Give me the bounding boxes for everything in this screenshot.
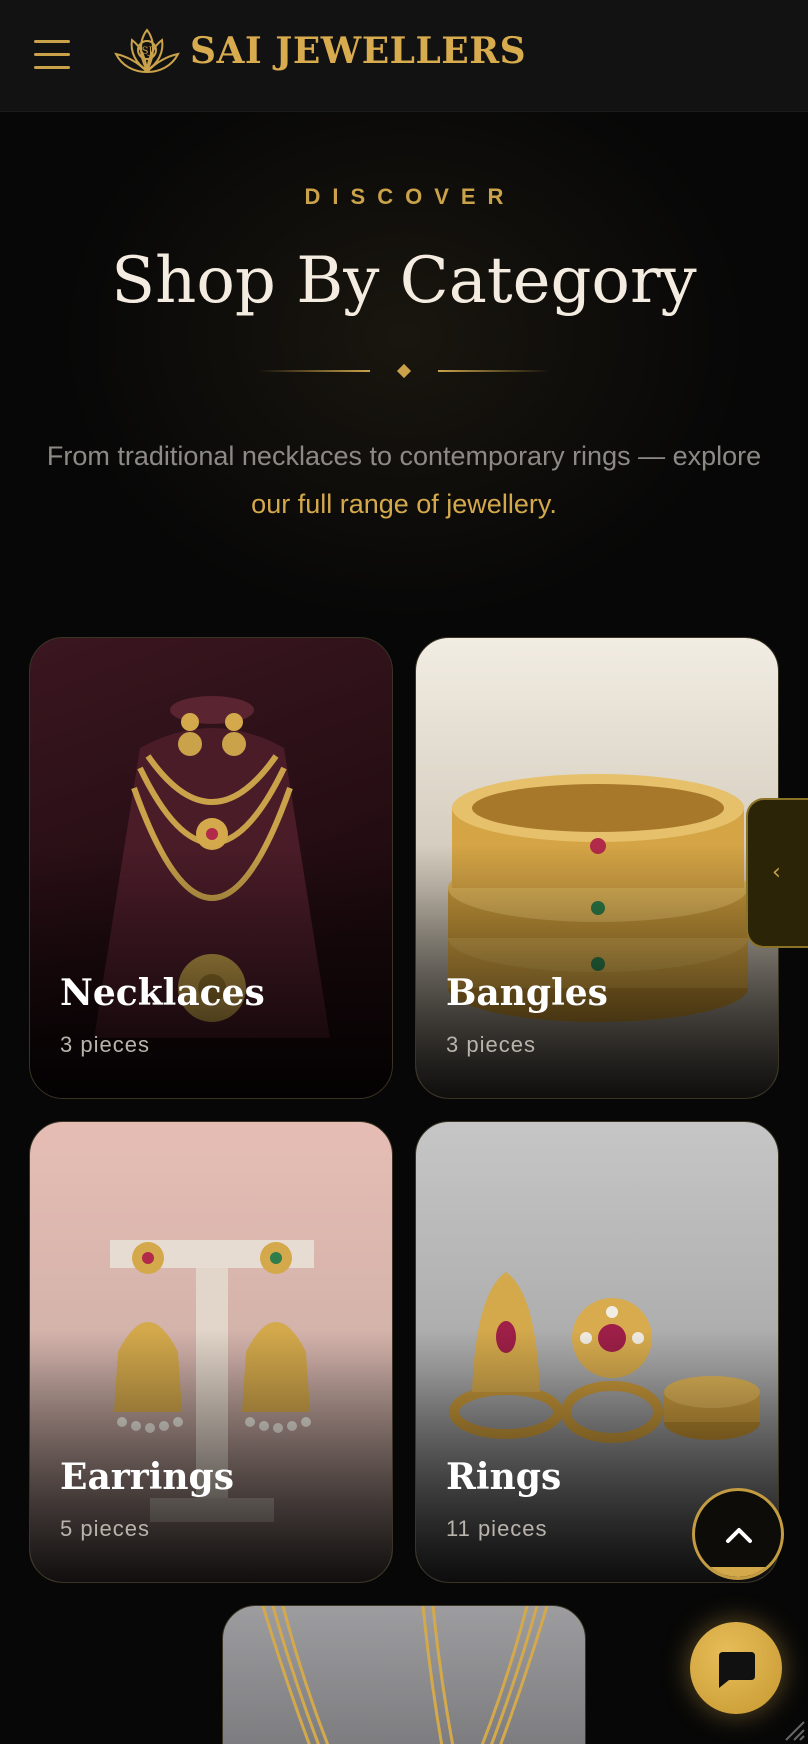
subtitle-text: From traditional necklaces to contempora… bbox=[46, 441, 762, 471]
section-eyebrow: DISCOVER bbox=[304, 184, 516, 209]
category-name: Bangles bbox=[446, 972, 608, 1014]
ornament-divider bbox=[258, 363, 550, 379]
category-count: 3 pieces bbox=[60, 1032, 150, 1057]
chevron-up-icon bbox=[726, 1528, 752, 1543]
resize-grip-icon[interactable] bbox=[782, 1718, 806, 1742]
category-card-necklaces[interactable]: Necklaces 3 pieces bbox=[29, 637, 393, 1099]
scroll-progress-bar bbox=[695, 1567, 781, 1577]
category-card-chains[interactable] bbox=[222, 1605, 586, 1744]
site-header: SJ SAI JEWELLERS bbox=[0, 0, 808, 112]
side-drawer-tab[interactable]: ‹ bbox=[746, 798, 808, 948]
scroll-to-top-button[interactable] bbox=[692, 1488, 784, 1580]
diamond-icon bbox=[396, 363, 412, 379]
category-count: 3 pieces bbox=[446, 1032, 536, 1057]
lotus-logo-icon[interactable]: SJ bbox=[112, 26, 182, 80]
chat-button[interactable] bbox=[690, 1622, 782, 1714]
category-name: Rings bbox=[446, 1456, 562, 1498]
page-title: Shop By Category bbox=[111, 244, 697, 318]
category-count: 11 pieces bbox=[446, 1516, 548, 1541]
category-name: Earrings bbox=[60, 1456, 234, 1498]
category-card-bangles[interactable]: Bangles 3 pieces bbox=[415, 637, 779, 1099]
chains-photo bbox=[261, 1606, 549, 1744]
brand-name[interactable]: SAI JEWELLERS bbox=[190, 30, 526, 72]
section-subtitle: From traditional necklaces to contempora… bbox=[30, 432, 778, 528]
chat-bubble-icon bbox=[719, 1652, 755, 1688]
chevron-left-icon: ‹ bbox=[772, 860, 781, 885]
category-count: 5 pieces bbox=[60, 1516, 150, 1541]
hamburger-menu-icon[interactable] bbox=[34, 40, 70, 70]
subtitle-highlight: our full range of jewellery. bbox=[251, 489, 557, 519]
category-card-earrings[interactable]: Earrings 5 pieces bbox=[29, 1121, 393, 1583]
category-name: Necklaces bbox=[60, 972, 265, 1014]
logo-monogram: SJ bbox=[142, 46, 153, 57]
